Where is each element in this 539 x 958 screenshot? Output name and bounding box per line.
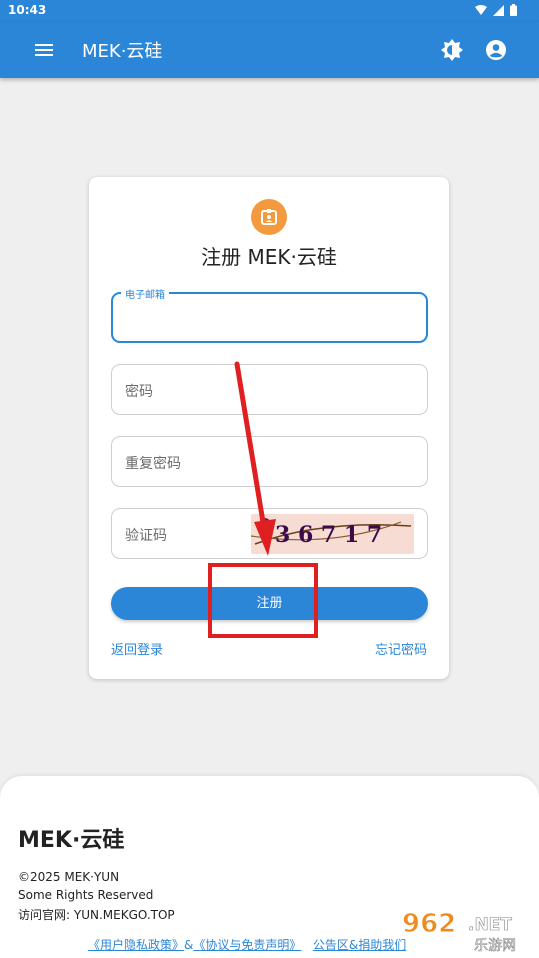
footer-links: 《用户隐私政策》&《协议与免责声明》 公告区&捐助我们 xyxy=(88,936,406,953)
captcha-placeholder: 验证码 xyxy=(125,528,167,544)
register-button[interactable]: 注册 xyxy=(111,587,428,620)
system-icons xyxy=(475,4,517,16)
announce-link[interactable]: 公告区&捐助我们 xyxy=(313,938,406,952)
watermark-962: 962 xyxy=(402,909,456,939)
app-bar: MEK·云硅 xyxy=(0,22,539,78)
status-bar: 10:43 xyxy=(0,0,539,22)
email-input[interactable] xyxy=(123,304,418,332)
register-card: 注册 MEK·云硅 电子邮箱 密码 重复密码 验证码 3 6 7 1 7 注册 … xyxy=(89,177,449,679)
page-title: 注册 MEK·云硅 xyxy=(201,245,337,269)
captcha-text: 3 6 7 1 7 xyxy=(275,522,382,548)
links-ampersand: & xyxy=(184,938,194,952)
footer-brand: MEK·云硅 xyxy=(18,828,125,853)
repeat-password-field[interactable]: 重复密码 xyxy=(111,436,428,487)
menu-icon[interactable] xyxy=(32,38,56,62)
agreement-link[interactable]: 《协议与免责声明》 xyxy=(193,938,301,952)
account-icon[interactable] xyxy=(484,38,508,62)
wifi-icon xyxy=(475,4,487,15)
footer-rights: Some Rights Reserved xyxy=(18,888,154,902)
badge-icon xyxy=(251,199,287,235)
watermark-cn: 乐游网 xyxy=(474,938,516,954)
brightness-icon[interactable] xyxy=(440,38,464,62)
back-login-link[interactable]: 返回登录 xyxy=(111,639,163,658)
footer-copyright: ©2025 MEK·YUN xyxy=(18,870,120,884)
password-placeholder: 密码 xyxy=(125,384,153,400)
watermark-logo: 962 .NET 乐游网 xyxy=(402,909,517,955)
email-label: 电子邮箱 xyxy=(121,286,169,301)
signal-icon xyxy=(493,4,504,16)
captcha-field[interactable]: 验证码 3 6 7 1 7 xyxy=(111,508,428,559)
footer-site: 访问官网: YUN.MEKGO.TOP xyxy=(18,908,175,922)
repeat-password-placeholder: 重复密码 xyxy=(125,456,181,472)
forgot-password-link[interactable]: 忘记密码 xyxy=(375,639,427,658)
status-time: 10:43 xyxy=(8,3,47,17)
battery-icon xyxy=(510,4,517,16)
watermark-net: .NET xyxy=(468,915,512,935)
email-field[interactable]: 电子邮箱 xyxy=(111,286,428,343)
privacy-link[interactable]: 《用户隐私政策》 xyxy=(88,938,184,952)
captcha-image[interactable]: 3 6 7 1 7 xyxy=(251,514,414,554)
password-field[interactable]: 密码 xyxy=(111,364,428,415)
app-title: MEK·云硅 xyxy=(82,41,163,62)
